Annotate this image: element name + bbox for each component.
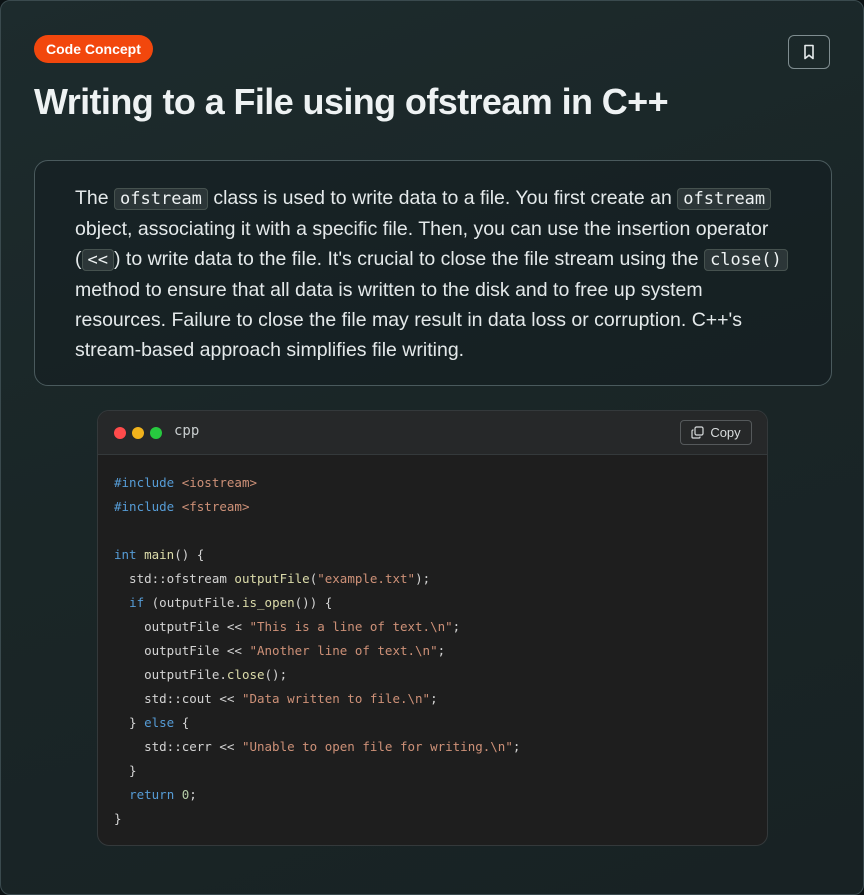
code-token: outputFile (234, 571, 310, 586)
code-token: close (226, 667, 265, 682)
code-content: #include <iostream> #include <fstream> in… (114, 471, 520, 831)
code-line: return 0; (114, 783, 520, 807)
code-line: if (outputFile.is_open()) { (114, 591, 520, 615)
window-dot-green (150, 427, 162, 439)
code-token: "Unable to open file for writing.\n" (241, 739, 513, 754)
code-token: } (114, 763, 137, 778)
bookmark-button[interactable] (788, 35, 830, 69)
concept-card: Code Concept Writing to a File using ofs… (0, 0, 864, 895)
inline-code: ofstream (677, 188, 772, 210)
code-token: outputFile << (114, 643, 250, 658)
code-token: () { (174, 547, 205, 562)
code-token: ; (189, 787, 197, 802)
description-segment: ) to write data to the file. It's crucia… (113, 248, 705, 270)
code-token: (outputFile. (144, 595, 242, 610)
code-token: int (114, 547, 145, 562)
code-token: if (129, 595, 145, 610)
code-line: } else { (114, 711, 520, 735)
code-token: (); (264, 667, 288, 682)
code-language-label: cpp (174, 423, 200, 439)
description-text: The ofstream class is used to write data… (75, 183, 791, 365)
inline-code: ofstream (114, 188, 208, 210)
copy-button[interactable]: Copy (680, 420, 752, 445)
description-segment: method to ensure that all data is writte… (75, 279, 743, 361)
code-line: #include <iostream> (114, 471, 520, 495)
code-line: outputFile << "Another line of text.\n"; (114, 639, 520, 663)
code-token: ); (415, 571, 431, 586)
description-segment: The (75, 187, 115, 209)
code-line: } (114, 807, 520, 831)
window-dot-yellow (132, 427, 144, 439)
code-token: is_open (241, 595, 295, 610)
code-token: "example.txt" (317, 571, 416, 586)
code-line: std::cout << "Data written to file.\n"; (114, 687, 520, 711)
code-token: ; (437, 643, 446, 658)
code-token: "This is a line of text.\n" (249, 619, 453, 634)
copy-label: Copy (710, 425, 741, 440)
inline-code: close() (704, 249, 788, 271)
code-token: #include (114, 499, 182, 514)
code-token: std::ofstream (114, 571, 235, 586)
code-token: <fstream> (181, 499, 250, 514)
code-token: ; (512, 739, 521, 754)
code-token: else (144, 715, 175, 730)
code-line: outputFile << "This is a line of text.\n… (114, 615, 520, 639)
code-token: std::cout << (114, 691, 242, 706)
code-token: outputFile << (114, 619, 250, 634)
code-line: std::ofstream outputFile("example.txt"); (114, 567, 520, 591)
code-token: } (114, 811, 122, 826)
code-header: cpp Copy (98, 411, 767, 455)
code-token: outputFile. (114, 667, 227, 682)
code-token: return (129, 787, 175, 802)
code-line: #include <fstream> (114, 495, 520, 519)
code-token: "Another line of text.\n" (249, 643, 438, 658)
code-token: <iostream> (181, 475, 257, 490)
page-title: Writing to a File using ofstream in C++ (34, 81, 669, 122)
description-panel: The ofstream class is used to write data… (34, 160, 832, 386)
description-segment: class is used to write data to a file. Y… (207, 187, 678, 209)
code-line: int main() { (114, 543, 520, 567)
code-block: cpp Copy #include <iostream> #include <fs… (97, 410, 768, 846)
code-token: #include (114, 475, 182, 490)
bookmark-icon (804, 44, 814, 60)
code-token: main (144, 547, 175, 562)
code-token: { (174, 715, 190, 730)
code-line: outputFile.close(); (114, 663, 520, 687)
code-token: std::cerr << (114, 739, 242, 754)
code-line: std::cerr << "Unable to open file for wr… (114, 735, 520, 759)
copy-icon (691, 426, 704, 439)
code-token: } (114, 715, 145, 730)
concept-badge: Code Concept (34, 35, 153, 63)
code-token: ; (452, 619, 461, 634)
inline-code: << (81, 249, 114, 271)
window-dot-red (114, 427, 126, 439)
code-token: ; (430, 691, 438, 706)
code-line: } (114, 759, 520, 783)
code-token: "Data written to file.\n" (241, 691, 431, 706)
code-token: ()) { (294, 595, 333, 610)
